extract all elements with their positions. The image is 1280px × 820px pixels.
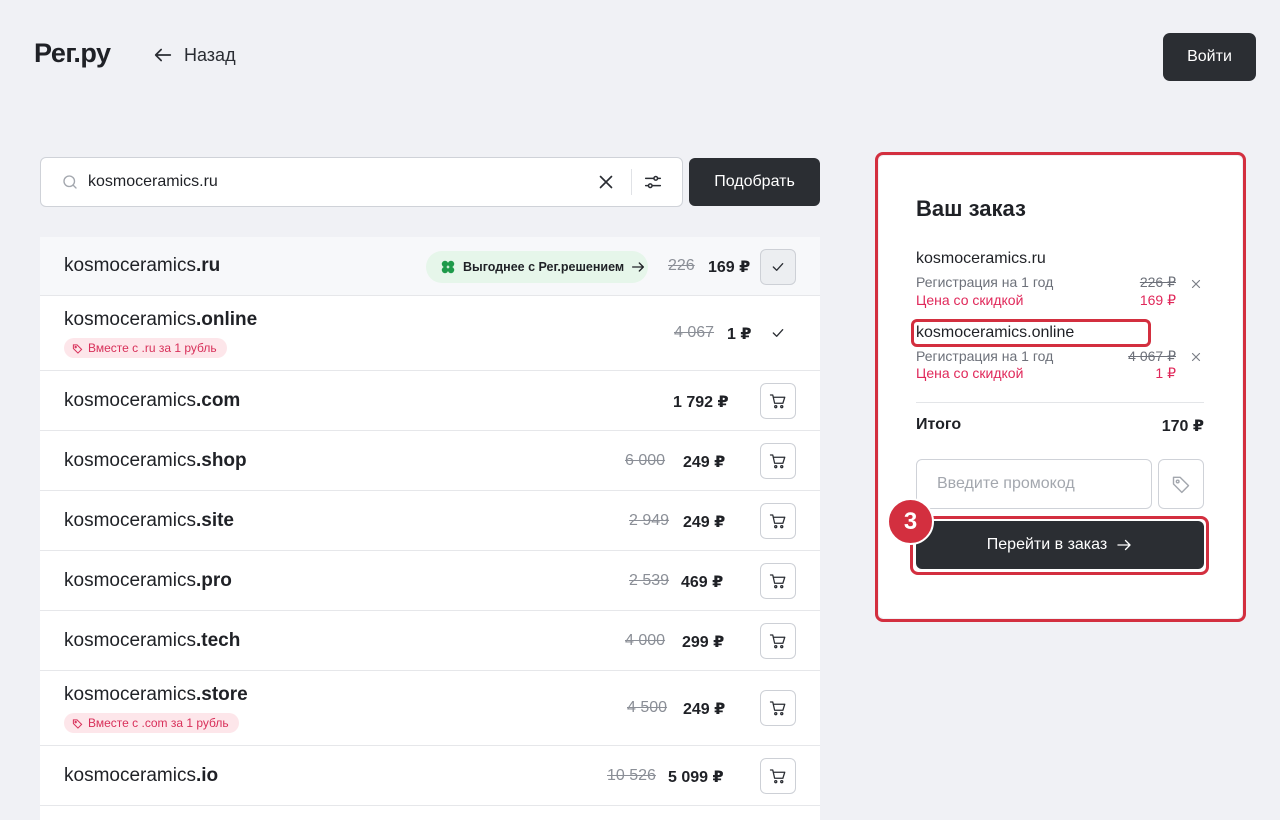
add-to-cart-button[interactable] [760,758,796,794]
add-to-cart-button[interactable] [760,690,796,726]
domain-name: kosmoceramics.io [64,765,219,786]
cart-icon [769,454,786,469]
order-item-price: 1 ₽ [1155,365,1176,381]
cart-icon [769,394,786,409]
price: 249 ₽ [683,514,726,531]
check-icon [772,329,784,337]
search-icon [63,175,77,189]
tag-icon [1172,476,1190,494]
domain-row-com[interactable]: kosmoceramics.com 1 792 ₽ [40,371,820,431]
check-icon [772,263,784,271]
arrow-left-icon [154,48,172,62]
order-title: Ваш заказ [916,196,1026,221]
search-value: kosmoceramics.ru [88,173,218,190]
cart-icon [769,701,786,716]
domain-name: kosmoceramics.com [64,390,241,411]
domain-list: kosmoceramics.ru Выгоднее с Рег.решением… [40,237,820,820]
domain-name: kosmoceramics.store [64,684,248,705]
remove-item-icon[interactable] [1189,277,1203,291]
order-item-old-price: 4 067 ₽ [1128,348,1176,364]
login-button[interactable]: Войти [1163,33,1256,81]
old-price: 2 949 [629,512,670,529]
price: 1 792 ₽ [673,394,729,411]
remove-item-icon[interactable] [1189,350,1203,364]
old-price: 10 526 [607,767,656,784]
add-to-cart-button[interactable] [760,503,796,539]
old-price: 2 539 [629,572,670,589]
tag-icon [72,718,83,729]
reg-solution-promo[interactable]: Выгоднее с Рег.решением [426,251,648,283]
order-item-term: Регистрация на 1 год [916,348,1054,364]
order-item-name: kosmoceramics.online [916,324,1075,341]
tag-icon [72,343,83,354]
domain-row-io[interactable]: kosmoceramics.io 10 526 5 099 ₽ [40,746,820,806]
price: 299 ₽ [682,634,725,651]
price: 249 ₽ [683,701,726,718]
step-marker: 3 [887,498,934,545]
domain-row-tech[interactable]: kosmoceramics.tech 4 000 299 ₽ [40,611,820,671]
clover-icon [441,260,455,274]
domain-row-site[interactable]: kosmoceramics.site 2 949 249 ₽ [40,491,820,551]
price: 1 ₽ [727,326,752,343]
cart-icon [769,514,786,529]
price: 169 ₽ [708,259,751,276]
logo[interactable]: Рег.ру [34,38,111,69]
order-item-price: 169 ₽ [1139,292,1176,308]
order-item-discount-label: Цена со скидкой [916,292,1024,308]
add-to-cart-button[interactable] [760,623,796,659]
search-divider [631,169,632,195]
price: 469 ₽ [681,574,724,591]
add-to-cart-button[interactable] [760,443,796,479]
bundle-badge: Вместе с .com за 1 рубль [64,713,239,733]
total-value: 170 ₽ [1161,418,1204,435]
cart-icon [769,769,786,784]
selected-check-button[interactable] [760,249,796,285]
checkout-highlight [910,516,1209,575]
domain-name: kosmoceramics.pro [64,570,232,591]
domain-name: kosmoceramics.tech [64,630,241,651]
clear-icon[interactable] [595,171,617,193]
total-label: Итого [916,416,962,433]
domain-name: kosmoceramics.online [64,309,258,330]
search-input[interactable]: kosmoceramics.ru [40,157,683,207]
old-price: 226 [668,257,695,274]
domain-row-ru[interactable]: kosmoceramics.ru Выгоднее с Рег.решением… [40,237,820,296]
order-item-name: kosmoceramics.ru [916,250,1046,267]
cart-icon [769,574,786,589]
order-item-term: Регистрация на 1 год [916,274,1054,290]
promo-code-input[interactable]: Введите промокод [916,459,1152,509]
domain-row-store[interactable]: kosmoceramics.store Вместе с .com за 1 р… [40,671,820,746]
domain-name: kosmoceramics.site [64,510,235,531]
arrow-right-icon [632,262,645,272]
order-divider [916,402,1204,403]
domain-row-pro[interactable]: kosmoceramics.pro 2 539 469 ₽ [40,551,820,611]
old-price: 4 000 [625,632,666,649]
filter-icon[interactable] [642,171,664,193]
order-item-discount-label: Цена со скидкой [916,365,1024,381]
add-to-cart-button[interactable] [760,383,796,419]
domain-row-online[interactable]: kosmoceramics.online Вместе с .ru за 1 р… [40,296,820,371]
pick-button[interactable]: Подобрать [689,158,820,206]
added-check-button[interactable] [760,315,796,351]
old-price: 6 000 [625,452,666,469]
apply-promo-button[interactable] [1158,459,1204,509]
back-link[interactable]: Назад [152,44,236,66]
price: 5 099 ₽ [668,769,724,786]
add-to-cart-button[interactable] [760,563,796,599]
back-label: Назад [184,44,236,65]
domain-name: kosmoceramics.shop [64,450,247,471]
old-price: 4 500 [627,699,668,716]
domain-row-shop[interactable]: kosmoceramics.shop 6 000 249 ₽ [40,431,820,491]
old-price: 4 067 [674,324,715,341]
promo-label: Выгоднее с Рег.решением [463,260,625,274]
cart-icon [769,634,786,649]
order-item-old-price: 226 ₽ [1139,274,1176,290]
price: 249 ₽ [683,454,726,471]
domain-name: kosmoceramics.ru [64,255,221,276]
bundle-badge: Вместе с .ru за 1 рубль [64,338,227,358]
domain-row-partial [40,806,820,820]
